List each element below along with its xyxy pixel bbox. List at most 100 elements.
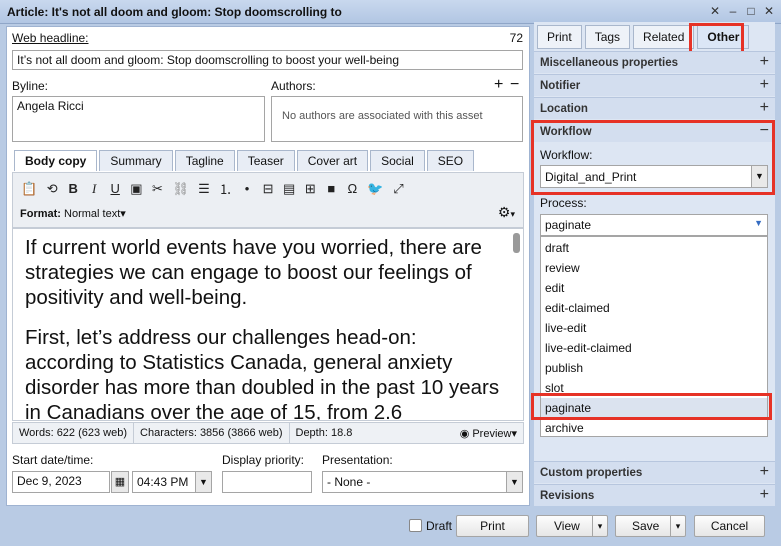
expand-icon: +: [759, 486, 769, 503]
paste-icon[interactable]: 📋: [21, 181, 37, 197]
section-revisions[interactable]: Revisions +: [534, 484, 775, 506]
tab-tags[interactable]: Tags: [584, 25, 631, 49]
close-icon[interactable]: ✕: [709, 4, 721, 18]
page-break-icon[interactable]: ▤: [283, 181, 295, 197]
display-priority-label: Display priority:: [222, 453, 305, 467]
editor-toolbar: 📋 ⟲ B I U ▣ ✂ ⛓ ☰ ⒈ • ⊟ ▤ ⊞ ■ Ω 🐦 ⤢ Form…: [12, 172, 524, 228]
numbered-list-icon[interactable]: ⒈: [219, 179, 232, 198]
headline-char-count: 72: [509, 31, 523, 45]
expand-icon: +: [759, 76, 769, 93]
char-count: Characters: 3856 (3866 web): [140, 427, 283, 439]
headline-label: Web headline:: [12, 31, 89, 45]
start-time-select[interactable]: 04:43 PM ▼: [132, 471, 212, 493]
chevron-down-icon: ▼: [195, 472, 211, 492]
process-label: Process:: [540, 196, 587, 210]
maximize-icon[interactable]: □: [745, 4, 757, 18]
presentation-label: Presentation:: [322, 453, 393, 467]
process-option-draft[interactable]: draft: [541, 238, 767, 258]
tab-print[interactable]: Print: [537, 25, 582, 49]
highlight-paginate: [531, 393, 772, 420]
section-misc[interactable]: Miscellaneous properties +: [534, 51, 775, 73]
chevron-down-icon: ▼: [754, 218, 763, 228]
process-option-review[interactable]: review: [541, 258, 767, 278]
word-count: Words: 622 (623 web): [19, 427, 128, 439]
view-button[interactable]: View ▾: [536, 515, 608, 537]
chevron-down-icon: ▼: [506, 472, 522, 492]
expand-icon: +: [759, 463, 769, 480]
underline-icon[interactable]: U: [109, 181, 121, 196]
editor-tabs: Body copy Summary Tagline Teaser Cover a…: [14, 150, 475, 171]
presentation-select[interactable]: - None - ▼: [322, 471, 523, 493]
tab-related[interactable]: Related: [633, 25, 695, 49]
start-date-input[interactable]: Dec 9, 2023: [12, 471, 110, 493]
tab-cover-art[interactable]: Cover art: [296, 150, 369, 171]
special-char-icon[interactable]: Ω: [346, 181, 358, 196]
preview-button[interactable]: ◉ Preview▾: [460, 427, 523, 440]
editor-status-bar: Words: 622 (623 web) Characters: 3856 (3…: [12, 422, 524, 444]
body-editor[interactable]: If current world events have you worried…: [12, 228, 524, 421]
process-option-edit[interactable]: edit: [541, 278, 767, 298]
format-select[interactable]: Normal text▾: [64, 208, 126, 220]
body-paragraph-2: First, let’s address our challenges head…: [25, 326, 500, 421]
authors-list: No authors are associated with this asse…: [271, 96, 523, 142]
section-custom-properties[interactable]: Custom properties +: [534, 461, 775, 483]
start-datetime-label: Start date/time:: [12, 453, 94, 467]
tab-summary[interactable]: Summary: [99, 150, 173, 171]
process-option-edit-claimed[interactable]: edit-claimed: [541, 298, 767, 318]
chevron-down-icon[interactable]: ▾: [592, 516, 607, 536]
eye-icon: ◉: [459, 427, 473, 440]
align-icon[interactable]: ☰: [198, 181, 210, 197]
italic-icon[interactable]: I: [88, 181, 100, 197]
twitter-icon[interactable]: 🐦: [367, 181, 383, 197]
body-paragraph-1: If current world events have you worried…: [25, 236, 482, 309]
tab-tagline[interactable]: Tagline: [174, 150, 235, 171]
window-title: Article: It's not all doom and gloom: St…: [7, 5, 342, 19]
draft-checkbox[interactable]: [409, 519, 422, 532]
horizontal-rule-icon[interactable]: ⊟: [262, 181, 274, 197]
process-option-archive[interactable]: archive: [541, 418, 767, 438]
editor-scrollbar[interactable]: [513, 233, 520, 253]
properties-panel: Print Tags Related Other Miscellaneous p…: [531, 22, 775, 506]
close-window-icon[interactable]: ✕: [763, 4, 775, 18]
process-option-live-edit-claimed[interactable]: live-edit-claimed: [541, 338, 767, 358]
tab-seo[interactable]: SEO: [426, 150, 475, 171]
cut-icon[interactable]: ✂: [151, 181, 163, 197]
process-option-publish[interactable]: publish: [541, 358, 767, 378]
expand-icon: +: [759, 53, 769, 70]
headline-input[interactable]: It’s not all doom and gloom: Stop doomsc…: [12, 50, 523, 70]
remove-author-icon[interactable]: −: [510, 76, 519, 94]
process-select[interactable]: paginate ▼: [540, 214, 768, 236]
video-icon[interactable]: ■: [325, 181, 337, 196]
bold-icon[interactable]: B: [67, 181, 79, 196]
insert-special-icon[interactable]: ▣: [130, 181, 142, 197]
draft-label: Draft: [426, 519, 453, 533]
tab-teaser[interactable]: Teaser: [236, 150, 295, 171]
calendar-icon[interactable]: ▦: [111, 471, 129, 493]
highlight-other-tab: [689, 23, 744, 54]
table-icon[interactable]: ⊞: [304, 181, 316, 197]
byline-label: Byline:: [12, 79, 49, 93]
section-notifier[interactable]: Notifier +: [534, 74, 775, 96]
highlight-workflow: [531, 120, 775, 195]
add-author-icon[interactable]: +: [494, 76, 503, 94]
settings-gear-icon[interactable]: ⚙▾: [498, 204, 515, 221]
print-button[interactable]: Print: [456, 515, 529, 537]
minimize-icon[interactable]: –: [727, 4, 739, 18]
bullet-list-icon[interactable]: •: [241, 181, 253, 196]
chevron-down-icon[interactable]: ▾: [670, 516, 685, 536]
tab-body-copy[interactable]: Body copy: [14, 150, 98, 171]
depth: Depth: 18.8: [295, 427, 353, 439]
link-icon[interactable]: ⛓: [172, 181, 189, 197]
tab-social[interactable]: Social: [370, 150, 425, 171]
display-priority-input[interactable]: [222, 471, 312, 493]
authors-label: Authors:: [271, 79, 316, 93]
expand-icon: +: [759, 99, 769, 116]
section-location[interactable]: Location +: [534, 97, 775, 119]
fullscreen-icon[interactable]: ⤢: [393, 181, 405, 197]
save-button[interactable]: Save ▾: [615, 515, 686, 537]
byline-input[interactable]: Angela Ricci: [12, 96, 265, 142]
find-replace-icon[interactable]: ⟲: [46, 181, 58, 197]
process-option-live-edit[interactable]: live-edit: [541, 318, 767, 338]
cancel-button[interactable]: Cancel: [694, 515, 765, 537]
format-label: Format:: [20, 208, 61, 220]
